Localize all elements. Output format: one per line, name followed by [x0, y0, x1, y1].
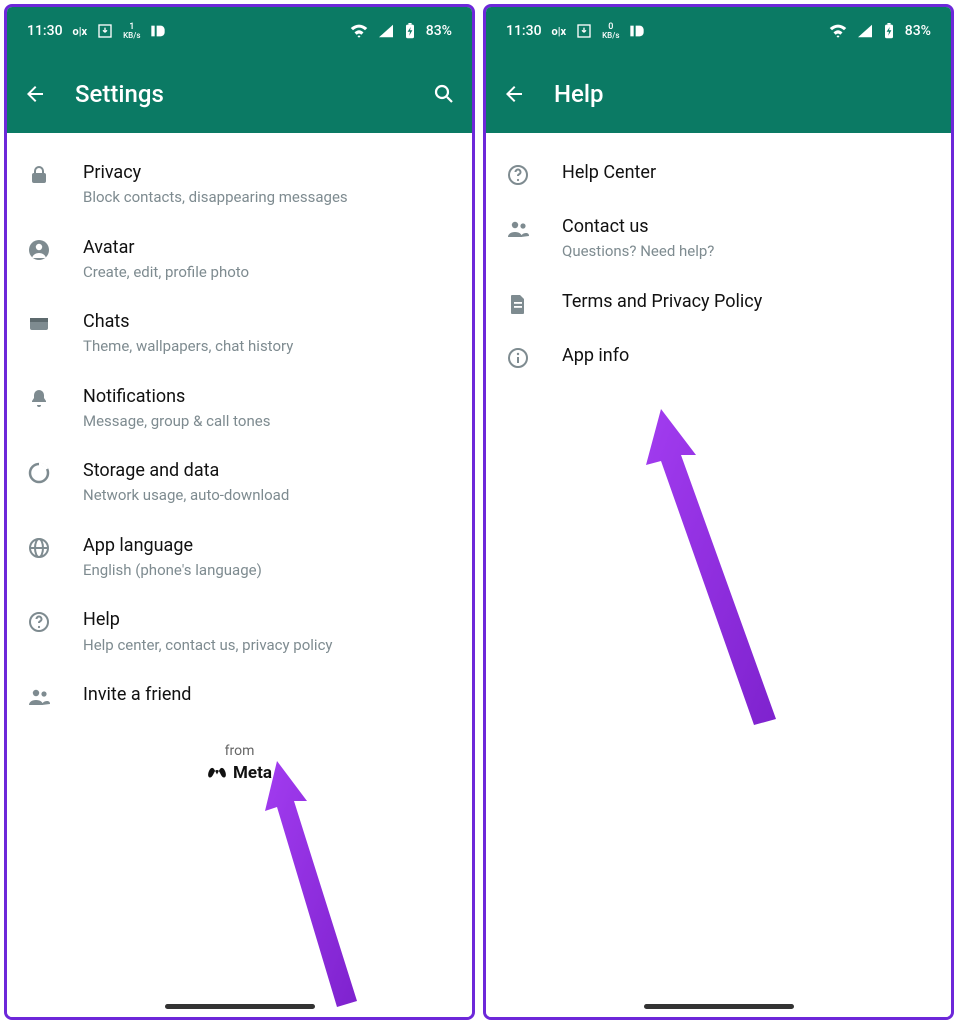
row-label: Privacy [83, 161, 452, 185]
row-label: Avatar [83, 236, 452, 260]
avatar-icon [27, 238, 51, 262]
battery-icon [404, 23, 416, 39]
row-sub: Questions? Need help? [562, 241, 931, 261]
status-time: 11:30 [506, 23, 542, 39]
row-label: Help [83, 608, 452, 632]
status-bar: 11:30 o|x 1KB/s 83% [7, 7, 472, 55]
lock-icon [27, 163, 51, 187]
people-icon [506, 217, 530, 241]
network-speed: 0KB/s [602, 23, 619, 40]
doc-icon [506, 292, 530, 316]
annotation-arrow-icon [626, 409, 786, 729]
back-arrow-icon [502, 82, 526, 106]
row-label: Invite a friend [83, 683, 452, 707]
settings-row-notifications[interactable]: NotificationsMessage, group & call tones [7, 371, 472, 446]
row-sub: Theme, wallpapers, chat history [83, 336, 452, 356]
row-sub: Network usage, auto-download [83, 485, 452, 505]
settings-list: PrivacyBlock contacts, disappearing mess… [7, 133, 472, 1017]
storage-icon [27, 461, 51, 485]
id-icon [150, 24, 166, 38]
nav-handle[interactable] [644, 1004, 794, 1009]
help-row-app-info[interactable]: App info [486, 330, 951, 384]
row-sub: Create, edit, profile photo [83, 262, 452, 282]
download-box-icon [97, 23, 113, 39]
app-bar: Help [486, 55, 951, 133]
download-box-icon [576, 23, 592, 39]
network-speed: 1KB/s [123, 23, 140, 40]
battery-percent: 83% [905, 23, 931, 39]
wifi-icon [350, 24, 368, 38]
help-list: Help Center Contact usQuestions? Need he… [486, 133, 951, 1017]
help-row-terms[interactable]: Terms and Privacy Policy [486, 276, 951, 330]
settings-row-avatar[interactable]: AvatarCreate, edit, profile photo [7, 222, 472, 297]
footer-brand: Meta [207, 763, 272, 783]
back-button[interactable] [500, 80, 528, 108]
settings-row-chats[interactable]: ChatsTheme, wallpapers, chat history [7, 296, 472, 371]
row-sub: Block contacts, disappearing messages [83, 187, 452, 207]
signal-icon [857, 24, 873, 38]
settings-row-privacy[interactable]: PrivacyBlock contacts, disappearing mess… [7, 147, 472, 222]
page-title: Help [554, 80, 937, 108]
row-label: App info [562, 344, 931, 368]
nav-handle[interactable] [165, 1004, 315, 1009]
row-label: Chats [83, 310, 452, 334]
search-button[interactable] [430, 80, 458, 108]
battery-percent: 83% [426, 23, 452, 39]
row-label: App language [83, 534, 452, 558]
chats-icon [27, 312, 51, 336]
settings-row-language[interactable]: App languageEnglish (phone's language) [7, 520, 472, 595]
olx-indicator-icon: o|x [73, 25, 88, 38]
help-icon [27, 610, 51, 634]
people-icon [27, 685, 51, 709]
search-icon [432, 82, 456, 106]
phone-help: 11:30 o|x 0KB/s 83% Help Help Center Con… [483, 4, 954, 1020]
bell-icon [27, 387, 51, 411]
battery-icon [883, 23, 895, 39]
page-title: Settings [75, 80, 430, 108]
settings-row-storage[interactable]: Storage and dataNetwork usage, auto-down… [7, 445, 472, 520]
signal-icon [378, 24, 394, 38]
row-label: Storage and data [83, 459, 452, 483]
row-label: Notifications [83, 385, 452, 409]
footer-from: from [7, 743, 472, 759]
help-row-contact-us[interactable]: Contact usQuestions? Need help? [486, 201, 951, 276]
settings-row-help[interactable]: Help Help center, contact us, privacy pol… [7, 594, 472, 669]
meta-logo-icon [207, 766, 227, 780]
row-sub: English (phone's language) [83, 560, 452, 580]
phone-settings: 11:30 o|x 1KB/s 83% Settings PrivacyBloc… [4, 4, 475, 1020]
id-icon [629, 24, 645, 38]
back-arrow-icon [23, 82, 47, 106]
olx-indicator-icon: o|x [552, 25, 567, 38]
wifi-icon [829, 24, 847, 38]
row-label: Help Center [562, 161, 931, 185]
info-icon [506, 346, 530, 370]
row-label: Terms and Privacy Policy [562, 290, 931, 314]
help-row-help-center[interactable]: Help Center [486, 147, 951, 201]
app-bar: Settings [7, 55, 472, 133]
annotation-arrow-icon [247, 761, 377, 1011]
row-sub: Message, group & call tones [83, 411, 452, 431]
row-sub: Help center, contact us, privacy policy [83, 635, 452, 655]
row-label: Contact us [562, 215, 931, 239]
status-bar: 11:30 o|x 0KB/s 83% [486, 7, 951, 55]
footer: from Meta [7, 743, 472, 784]
globe-icon [27, 536, 51, 560]
back-button[interactable] [21, 80, 49, 108]
settings-row-invite[interactable]: Invite a friend [7, 669, 472, 723]
help-icon [506, 163, 530, 187]
status-time: 11:30 [27, 23, 63, 39]
